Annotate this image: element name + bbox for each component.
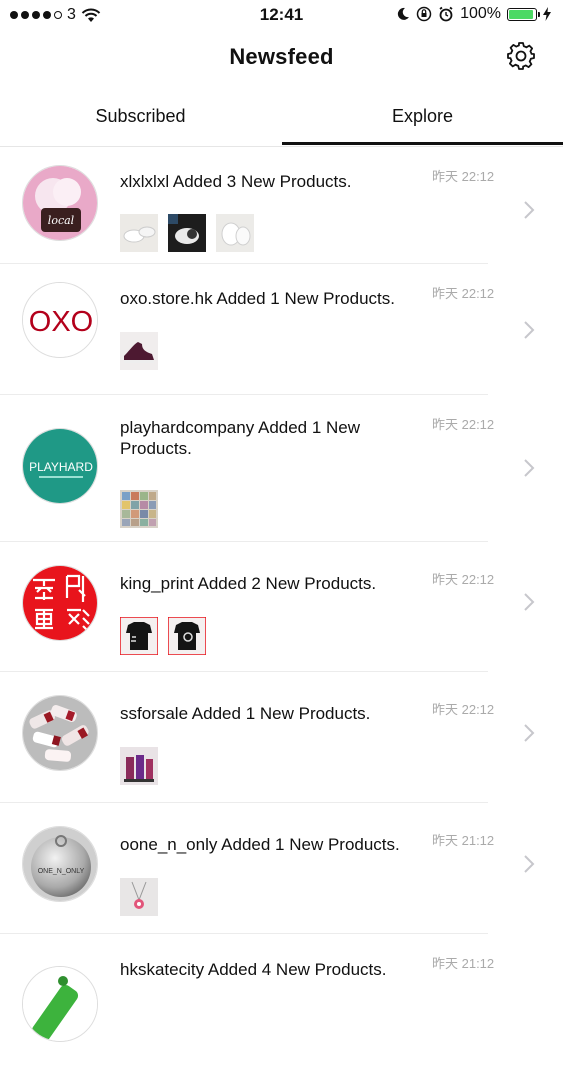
product-thumbnail[interactable] bbox=[120, 214, 158, 252]
chevron-right-icon bbox=[524, 593, 535, 611]
chevron-right-icon bbox=[524, 321, 535, 339]
avatar-text: ONE_N_ONLY bbox=[38, 868, 85, 875]
item-time: 昨天 22:12 bbox=[432, 286, 495, 301]
item-time: 昨天 22:12 bbox=[432, 169, 495, 184]
product-thumbnail[interactable] bbox=[168, 214, 206, 252]
battery-percent: 100% bbox=[460, 5, 501, 22]
product-thumbnail[interactable] bbox=[168, 617, 206, 655]
page-title: Newsfeed bbox=[229, 44, 334, 69]
avatar[interactable]: ONE_N_ONLY bbox=[22, 826, 98, 902]
list-item[interactable]: OXO oxo.store.hk Added 1 New Products. 昨… bbox=[0, 264, 563, 395]
item-time: 昨天 22:12 bbox=[432, 572, 495, 587]
list-item[interactable]: PLAYHARD playhardcompany Added 1 New Pro… bbox=[0, 395, 563, 542]
product-thumbnails bbox=[120, 878, 158, 916]
navigation-bar: Newsfeed bbox=[0, 30, 563, 86]
product-thumbnail[interactable] bbox=[120, 490, 158, 528]
item-title: ssforsale Added 1 New Products. bbox=[120, 704, 371, 723]
list-item[interactable]: 至印尊衫 king_print Added 2 New Products. 昨天… bbox=[0, 542, 563, 672]
item-title: oone_n_only Added 1 New Products. bbox=[120, 835, 400, 854]
battery-icon bbox=[507, 7, 540, 21]
item-time: 昨天 21:12 bbox=[432, 833, 495, 848]
tab-bar: Subscribed Explore bbox=[0, 86, 563, 147]
item-title: king_print Added 2 New Products. bbox=[120, 574, 377, 593]
product-thumbnails bbox=[120, 214, 254, 252]
product-thumbnail[interactable] bbox=[120, 617, 158, 655]
rotation-lock-icon bbox=[416, 6, 432, 22]
avatar-text: OXO bbox=[29, 306, 93, 338]
chevron-right-icon bbox=[524, 855, 535, 873]
product-thumbnails-row bbox=[120, 490, 158, 528]
item-time: 昨天 21:12 bbox=[432, 956, 495, 971]
item-title: xlxlxlxl Added 3 New Products. bbox=[120, 172, 352, 191]
newsfeed-list: local xlxlxlxl Added 3 New Products. 昨天 … bbox=[0, 147, 563, 1066]
avatar-text: local bbox=[48, 214, 75, 227]
tab-explore[interactable]: Explore bbox=[282, 86, 563, 146]
gear-icon[interactable] bbox=[505, 40, 537, 72]
list-item[interactable]: local xlxlxlxl Added 3 New Products. 昨天 … bbox=[0, 147, 563, 264]
status-right: 100% bbox=[396, 5, 551, 23]
alarm-icon bbox=[439, 6, 453, 22]
product-thumbnail[interactable] bbox=[120, 747, 158, 785]
active-tab-indicator bbox=[282, 142, 563, 145]
product-thumbnail[interactable] bbox=[120, 878, 158, 916]
chevron-right-icon bbox=[524, 724, 535, 742]
avatar[interactable]: 至印尊衫 bbox=[22, 565, 98, 641]
avatar[interactable] bbox=[22, 695, 98, 771]
avatar[interactable]: PLAYHARD bbox=[22, 428, 98, 504]
chevron-right-icon bbox=[524, 201, 535, 219]
avatar[interactable] bbox=[22, 966, 98, 1042]
avatar-text: PLAYHARD bbox=[29, 460, 93, 474]
avatar[interactable]: local bbox=[22, 165, 98, 241]
moon-icon bbox=[397, 7, 410, 20]
item-time: 昨天 22:12 bbox=[432, 417, 495, 432]
charging-icon bbox=[543, 7, 551, 21]
list-item[interactable]: ssforsale Added 1 New Products. 昨天 22:12 bbox=[0, 672, 563, 803]
chevron-right-icon bbox=[524, 459, 535, 477]
tab-subscribed[interactable]: Subscribed bbox=[0, 86, 281, 146]
list-item[interactable]: ONE_N_ONLY oone_n_only Added 1 New Produ… bbox=[0, 803, 563, 934]
item-title: hkskatecity Added 4 New Products. bbox=[120, 960, 387, 979]
product-thumbnail[interactable] bbox=[120, 332, 158, 370]
product-thumbnails bbox=[120, 617, 206, 655]
product-thumbnails bbox=[120, 332, 158, 370]
item-time: 昨天 22:12 bbox=[432, 702, 495, 717]
product-thumbnail[interactable] bbox=[216, 214, 254, 252]
item-title: oxo.store.hk Added 1 New Products. bbox=[120, 289, 395, 308]
product-thumbnails bbox=[120, 747, 158, 785]
status-bar: 3 12:41 100% bbox=[0, 0, 563, 30]
avatar[interactable]: OXO bbox=[22, 282, 98, 358]
item-title: playhardcompany Added 1 New Products. bbox=[120, 418, 361, 458]
